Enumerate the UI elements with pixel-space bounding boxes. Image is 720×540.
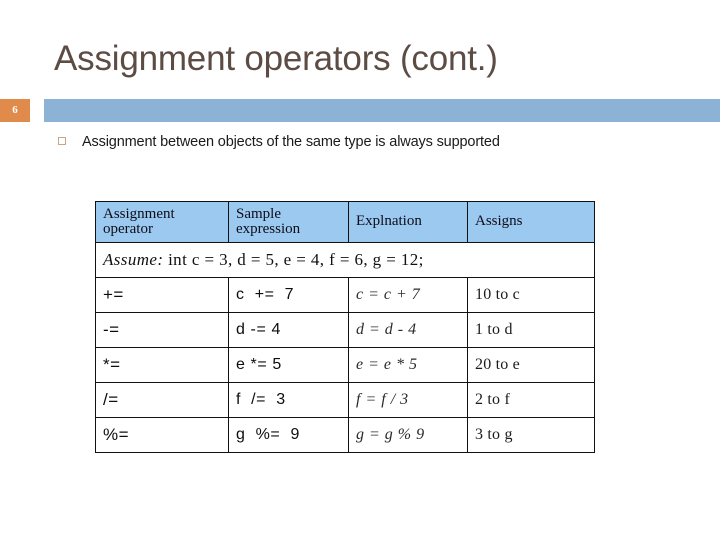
cell-explanation: e = e * 5 <box>348 347 468 383</box>
assignment-operators-table: Assignment operator Sample expression Ex… <box>95 201 595 453</box>
table-header: Assignment operator Sample expression Ex… <box>95 201 595 243</box>
cell-operator: -= <box>95 312 229 348</box>
cell-assigns: 10 to c <box>467 277 595 313</box>
cell-operator: %= <box>95 417 229 453</box>
bullet-list-item: Assignment between objects of the same t… <box>52 131 692 155</box>
assume-keyword: Assume: <box>103 250 164 269</box>
column-header-line1: Assigns <box>475 213 523 230</box>
cell-sample: c += 7 <box>228 277 349 313</box>
bullet-square-icon <box>58 137 66 145</box>
column-header-line1: Sample <box>236 205 281 222</box>
table-row: *= e *= 5 e = e * 5 20 to e <box>95 347 595 383</box>
table-body: Assume: int c = 3, d = 5, e = 4, f = 6, … <box>95 242 595 453</box>
cell-sample: f /= 3 <box>228 382 349 418</box>
assume-cell: Assume: int c = 3, d = 5, e = 4, f = 6, … <box>95 242 595 278</box>
table-row: %= g %= 9 g = g % 9 3 to g <box>95 417 595 453</box>
column-header-assigns: Assigns <box>467 201 595 243</box>
cell-operator: /= <box>95 382 229 418</box>
table-row: += c += 7 c = c + 7 10 to c <box>95 277 595 313</box>
operator-table: Assignment operator Sample expression Ex… <box>95 201 595 453</box>
table-row: -= d -= 4 d = d - 4 1 to d <box>95 312 595 348</box>
cell-assigns: 3 to g <box>467 417 595 453</box>
column-header-explanation: Explnation <box>348 201 468 243</box>
cell-operator: += <box>95 277 229 313</box>
cell-assigns: 1 to d <box>467 312 595 348</box>
cell-assigns: 2 to f <box>467 382 595 418</box>
page-title: Assignment operators (cont.) <box>54 39 498 78</box>
table-header-row: Assignment operator Sample expression Ex… <box>95 201 595 243</box>
cell-operator: *= <box>95 347 229 383</box>
assume-statement: int c = 3, d = 5, e = 4, f = 6, g = 12; <box>168 250 424 269</box>
column-header-line1: Explnation <box>356 213 422 230</box>
slide-number-badge: 6 <box>0 99 30 122</box>
cell-explanation: c = c + 7 <box>348 277 468 313</box>
column-header-line2: expression <box>236 221 301 237</box>
cell-sample: d -= 4 <box>228 312 349 348</box>
cell-sample: g %= 9 <box>228 417 349 453</box>
column-header-line1: Assignment <box>103 205 175 222</box>
column-header-sample-expression: Sample expression <box>228 201 349 243</box>
table-row: /= f /= 3 f = f / 3 2 to f <box>95 382 595 418</box>
slide-banner: 6 <box>0 99 720 122</box>
banner-rule <box>44 99 720 122</box>
table-row-assume: Assume: int c = 3, d = 5, e = 4, f = 6, … <box>95 242 595 278</box>
bullet-item-label: Assignment between objects of the same t… <box>82 134 500 150</box>
cell-explanation: d = d - 4 <box>348 312 468 348</box>
column-header-line2: operator <box>103 221 153 237</box>
cell-assigns: 20 to e <box>467 347 595 383</box>
cell-explanation: g = g % 9 <box>348 417 468 453</box>
cell-explanation: f = f / 3 <box>348 382 468 418</box>
column-header-assignment-operator: Assignment operator <box>95 201 229 243</box>
cell-sample: e *= 5 <box>228 347 349 383</box>
